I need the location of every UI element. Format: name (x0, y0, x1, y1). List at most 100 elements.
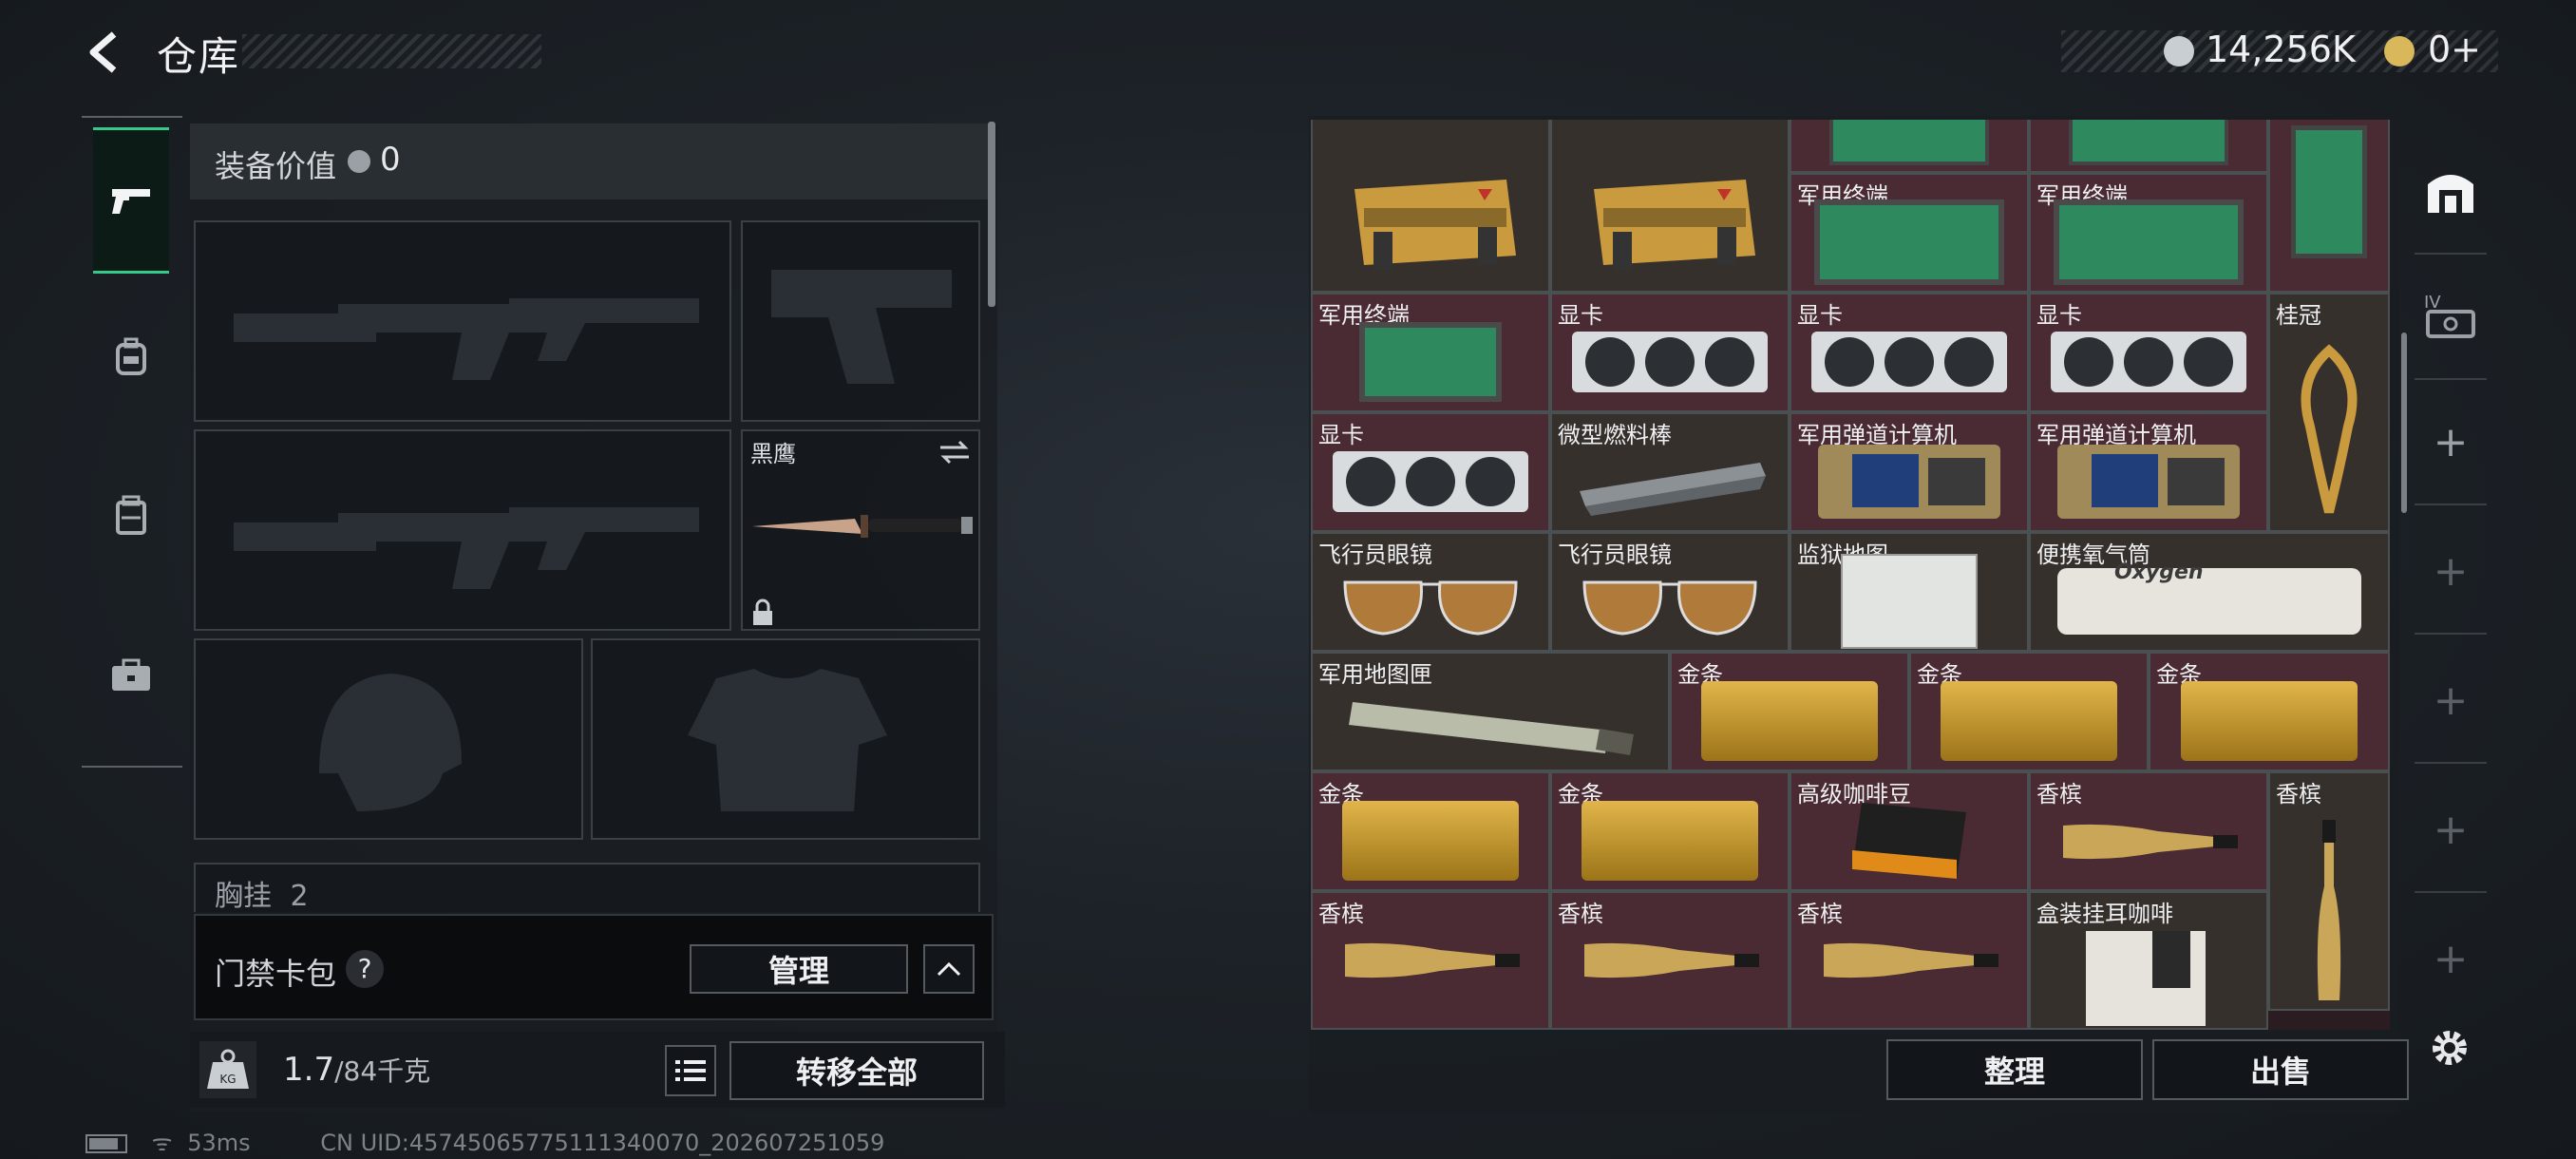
sort-button[interactable]: 整理 (1886, 1039, 2143, 1100)
tab-weapons[interactable] (93, 127, 169, 274)
stash-item[interactable]: 军用地图匣 (1311, 652, 1670, 771)
lock-icon (753, 598, 772, 625)
secondary-weapon-slot[interactable] (194, 429, 731, 631)
stash-scrollbar[interactable] (2401, 332, 2407, 513)
aviator-sunglasses-icon (1343, 580, 1518, 636)
back-arrow-icon[interactable] (82, 28, 129, 76)
stash-item[interactable] (1790, 120, 2029, 173)
terminal-icon (1359, 321, 1502, 402)
ballistic-computer-icon (1818, 444, 2000, 519)
gear-icon[interactable] (2428, 1026, 2472, 1070)
stash-item[interactable]: 军用终端 (2029, 173, 2268, 293)
tab-backpack[interactable] (93, 285, 169, 428)
gold-bar-icon (1701, 680, 1878, 761)
ping-value: 53ms (187, 1130, 251, 1156)
add-stash-page-button[interactable]: + (2415, 768, 2487, 893)
fuel-rod-icon (1580, 462, 1766, 516)
stash-item[interactable] (1550, 120, 1790, 293)
gold-bar-icon (1941, 680, 2117, 761)
stash-item[interactable]: 军用弹道计算机 (2029, 412, 2268, 532)
add-stash-page-button[interactable]: + (2415, 380, 2487, 505)
equipment-scrollbar[interactable] (988, 122, 995, 307)
stash-item[interactable]: 香槟 (1790, 891, 2029, 1030)
stash-item[interactable]: 金条 (1909, 652, 2149, 771)
currency-value: 14,256K (2206, 28, 2356, 70)
stash-item[interactable] (1311, 120, 1550, 293)
stash-item[interactable]: 香槟 (2029, 771, 2268, 891)
champagne-bottle-icon (2063, 824, 2238, 859)
oxygen-tank-icon: Oxygen (2057, 560, 2361, 635)
list-view-button[interactable] (665, 1045, 716, 1096)
stash-item[interactable]: 微型燃料棒 (1550, 412, 1790, 532)
gpu-icon (1811, 331, 2007, 392)
stash-item[interactable]: 金条 (1550, 771, 1790, 891)
laurel-crown-icon (2301, 344, 2358, 514)
champagne-bottle-icon (1584, 942, 1759, 978)
stash-item[interactable]: 显卡 (2029, 293, 2268, 412)
stash-item[interactable]: 金条 (2149, 652, 2390, 771)
plus-icon: + (2433, 805, 2469, 854)
add-stash-page-button[interactable]: + (2415, 509, 2487, 635)
sell-button[interactable]: 出售 (2152, 1039, 2409, 1100)
rifle-silhouette-icon (234, 507, 699, 589)
stash-item[interactable]: 高级咖啡豆 (1790, 771, 2029, 891)
melee-slot[interactable]: 黑鹰 (741, 429, 980, 631)
stash-item[interactable]: 显卡 (1790, 293, 2029, 412)
stash-item[interactable]: 桂冠 (2268, 293, 2390, 532)
tab-stash-4[interactable]: IV (2415, 255, 2487, 380)
armor-slot[interactable] (591, 638, 980, 840)
manage-button[interactable]: 管理 (690, 944, 908, 994)
stash-item[interactable]: 军用终端 (1311, 293, 1550, 412)
primary-weapon-slot[interactable] (194, 220, 731, 422)
stash-item[interactable]: 飞行员眼镜 (1311, 532, 1550, 652)
tab-case[interactable] (93, 604, 169, 747)
stash-item[interactable]: 香槟 (1311, 891, 1550, 1030)
stash-item[interactable]: 便携氧气筒 Oxygen (2029, 532, 2390, 652)
wifi-icon: ᯤ (151, 1130, 173, 1156)
stash-item[interactable]: 金条 (1670, 652, 1909, 771)
stash-item[interactable] (2268, 120, 2390, 293)
terminal-icon (1814, 199, 2004, 285)
helmet-slot[interactable] (194, 638, 583, 840)
champagne-bottle-icon (2317, 819, 2341, 1000)
stash-item[interactable]: 军用终端 (1790, 173, 2029, 293)
stash-item[interactable]: 香槟 (2268, 771, 2390, 1011)
stash-item[interactable]: 显卡 (1550, 293, 1790, 412)
add-stash-page-button[interactable]: + (2415, 638, 2487, 764)
premium-value[interactable]: 0+ (2428, 28, 2481, 70)
aviator-sunglasses-icon (1582, 580, 1757, 636)
stash-item[interactable]: 金条 (1311, 771, 1550, 891)
premium-coin-icon (2384, 36, 2415, 66)
sidearm-slot[interactable] (741, 220, 980, 422)
champagne-bottle-icon (1345, 942, 1520, 978)
collapse-button[interactable] (923, 944, 975, 994)
stash-item[interactable]: 监狱地图 (1790, 532, 2029, 652)
ammo-crate-icon (1354, 179, 1516, 270)
transfer-all-button[interactable]: 转移全部 (729, 1041, 984, 1100)
briefcase-icon (112, 658, 150, 691)
melee-name: 黑鹰 (750, 441, 796, 467)
stash-item[interactable]: 军用弹道计算机 (1790, 412, 2029, 532)
stash-item[interactable] (2029, 120, 2268, 173)
chest-rig-icon (116, 495, 146, 535)
stash-item[interactable]: 盒装挂耳咖啡 (2029, 891, 2268, 1030)
stash-item[interactable]: 飞行员眼镜 (1550, 532, 1790, 652)
swap-arrows-icon[interactable] (938, 439, 971, 466)
stash-item[interactable]: 香槟 (1550, 891, 1790, 1030)
gpu-icon (2051, 331, 2246, 392)
svg-text:IV: IV (2424, 293, 2441, 313)
map-icon (1841, 553, 1978, 649)
svg-text:KG: KG (219, 1073, 236, 1086)
gold-bar-icon (2181, 680, 2358, 761)
add-stash-page-button[interactable]: + (2415, 897, 2487, 1020)
stash-item[interactable]: 显卡 (1311, 412, 1550, 532)
tab-chest-rig[interactable] (93, 445, 169, 587)
gold-bar-icon (1342, 800, 1519, 881)
equipment-value: 0 (380, 141, 401, 179)
help-icon[interactable]: ? (346, 950, 384, 988)
chest-rig-slot[interactable] (194, 863, 980, 912)
tab-stash-main[interactable] (2415, 129, 2487, 255)
armor-vest-silhouette-icon (688, 669, 887, 811)
coin-icon (348, 150, 370, 173)
terminal-icon (1829, 120, 1989, 165)
